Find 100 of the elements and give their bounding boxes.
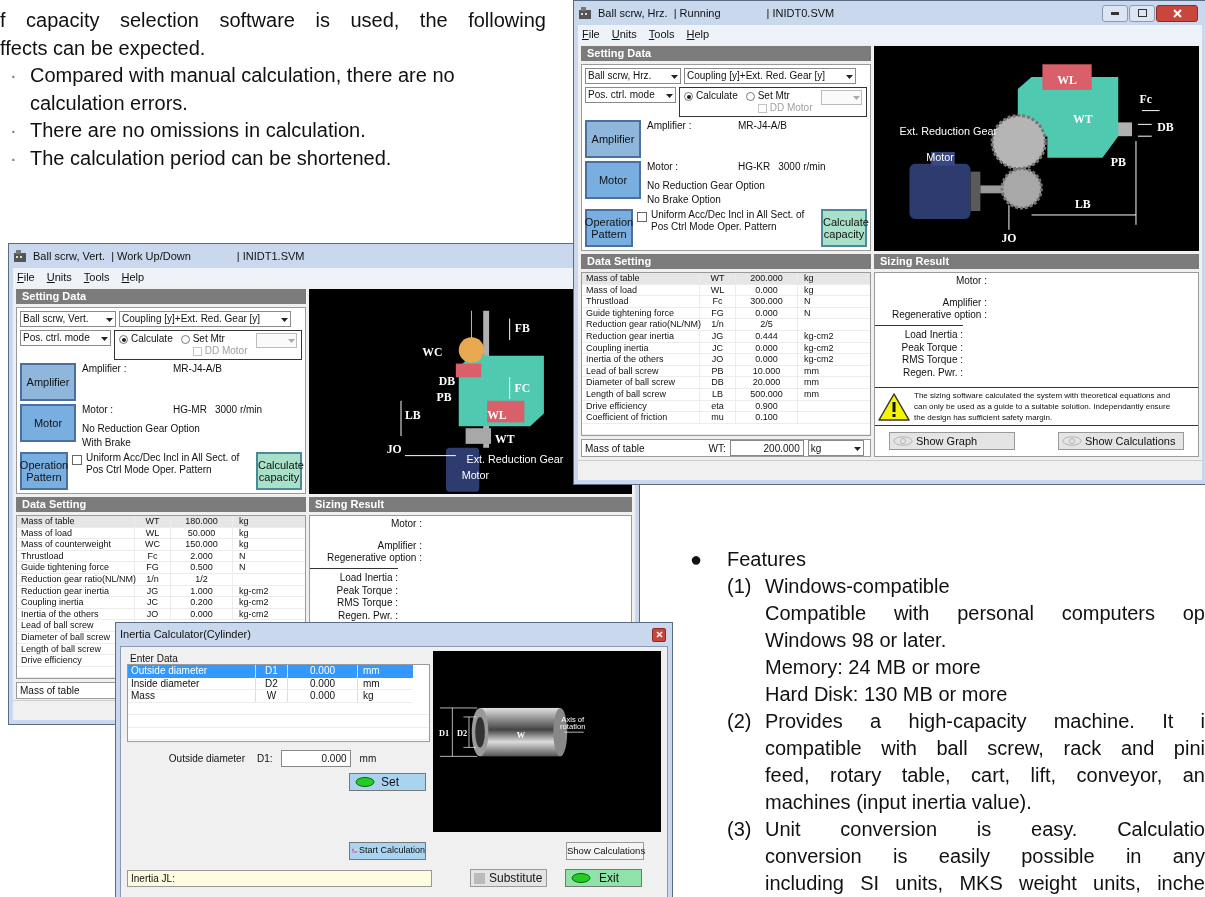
radio-button[interactable] bbox=[180, 335, 190, 344]
table-cell-text: kg bbox=[803, 284, 815, 296]
dropdown[interactable]: Ball scrw, Vert. bbox=[20, 311, 116, 327]
close-button[interactable] bbox=[1156, 4, 1198, 22]
field-value: 3000 r/min bbox=[778, 161, 826, 173]
dropdown[interactable]: kg bbox=[807, 440, 864, 457]
table-cell-text: kg-cm2 bbox=[803, 330, 835, 342]
table-cell: Coefficient of friction bbox=[582, 412, 700, 423]
table-cell: DB bbox=[700, 377, 736, 388]
result-label: Peak Torque : bbox=[901, 341, 963, 354]
table-cell: Thrustload bbox=[17, 550, 135, 562]
close-icon bbox=[655, 631, 663, 638]
table-cell: mu bbox=[700, 412, 736, 423]
image-button[interactable]: Operation Pattern bbox=[20, 452, 68, 490]
result-button[interactable]: Show Calculations bbox=[1058, 432, 1184, 450]
dropdown[interactable]: Ball scrw, Hrz. bbox=[585, 68, 681, 84]
table-cell: 0.000 bbox=[288, 665, 358, 678]
table-row[interactable]: Guide tightening force FG 0.500 N bbox=[17, 562, 305, 574]
table-cell: Mass bbox=[128, 690, 256, 702]
menu-item[interactable]: Help bbox=[121, 268, 145, 286]
dropdown[interactable]: Pos. ctrl. mode bbox=[585, 87, 676, 103]
text-line: conversion is easily possible in any bbox=[765, 844, 1205, 869]
checkbox[interactable] bbox=[72, 455, 82, 465]
field-value: HG-KR bbox=[738, 161, 771, 173]
result-button[interactable]: Show Graph bbox=[889, 432, 1015, 450]
menu-item[interactable]: Units bbox=[611, 25, 637, 43]
section-header: Data Setting bbox=[581, 254, 871, 269]
dropdown[interactable]: Coupling [y]+Ext. Red. Gear [y] bbox=[684, 68, 856, 84]
section-header: Setting Data bbox=[581, 46, 871, 61]
text-line: feed, rotary table, cart, lift, conveyor, an bbox=[765, 763, 1205, 788]
menu-item[interactable]: Tools bbox=[83, 268, 110, 286]
diagram-label: JO bbox=[386, 443, 402, 457]
result-label: Load Inertia : bbox=[339, 572, 398, 585]
table-row[interactable]: Coupling inertia JC 0.200 kg-cm2 bbox=[17, 597, 305, 609]
diagram-label: Motor bbox=[461, 469, 490, 481]
table-cell: eta bbox=[700, 400, 736, 412]
menu-item[interactable]: Help bbox=[686, 25, 710, 43]
result-label: Load Inertia : bbox=[904, 329, 963, 342]
table-cell: Reduction gear inertia bbox=[582, 330, 700, 342]
checkbox-label: DD Motor bbox=[769, 102, 813, 114]
table-cell: WC bbox=[135, 539, 171, 550]
table-cell: WL bbox=[135, 527, 171, 539]
dropdown[interactable]: Coupling [y]+Ext. Red. Gear [y] bbox=[119, 311, 291, 327]
table-row[interactable]: Mass W 0.000 kg bbox=[128, 690, 413, 703]
bullet-marker: · bbox=[9, 118, 18, 144]
input-field[interactable]: 200.000 bbox=[729, 440, 804, 457]
table-cell: 500.000 bbox=[736, 388, 798, 400]
calculate-button[interactable]: Calculate capacity bbox=[821, 209, 867, 247]
table-row[interactable]: Mass of table WT 180.000 kg bbox=[17, 516, 305, 528]
calculate-button[interactable]: Calculate capacity bbox=[256, 452, 302, 490]
table-row[interactable]: Coefficient of friction mu 0.100 bbox=[582, 412, 870, 424]
option-note: No Brake Option bbox=[647, 194, 722, 206]
table-cell-text: mm bbox=[803, 365, 820, 377]
table-row[interactable]: Inertia of the others JO 0.000 kg-cm2 bbox=[582, 354, 870, 366]
checkbox[interactable] bbox=[637, 212, 647, 222]
set-button[interactable]: Set bbox=[349, 773, 426, 791]
diagram-label: WL bbox=[487, 409, 507, 423]
close-button[interactable] bbox=[652, 627, 666, 642]
menu-item[interactable]: Tools bbox=[648, 25, 675, 43]
substitute-button[interactable]: Substitute bbox=[470, 869, 547, 887]
image-button[interactable]: Amplifier bbox=[585, 120, 641, 158]
table-row[interactable]: Thrustload Fc 300.000 N bbox=[582, 296, 870, 308]
table-row[interactable]: Diameter of ball screw DB 20.000 mm bbox=[582, 377, 870, 389]
table-cell: 0.000 bbox=[288, 690, 358, 702]
table-cell: WT bbox=[135, 516, 171, 527]
table-cell: FG bbox=[135, 562, 171, 573]
minimize-button[interactable] bbox=[1102, 4, 1128, 22]
diagram-label: FC bbox=[514, 381, 531, 395]
eye-icon bbox=[893, 436, 913, 446]
show-calculations-button[interactable]: Show Calculations bbox=[566, 842, 644, 860]
menu-item[interactable]: File bbox=[582, 25, 600, 43]
dropdown[interactable]: Pos. ctrl. mode bbox=[20, 330, 111, 346]
menu-item[interactable]: Units bbox=[46, 268, 72, 286]
image-button[interactable]: Motor bbox=[20, 404, 76, 442]
table-cell: 1.000 bbox=[171, 585, 233, 597]
text-line: Windows-compatible bbox=[765, 574, 951, 599]
exit-button[interactable]: Exit bbox=[565, 869, 642, 887]
start-calculation-button[interactable]: Start Calculation bbox=[349, 842, 426, 860]
image-button[interactable]: Motor bbox=[585, 161, 641, 199]
image-button[interactable]: Operation Pattern bbox=[585, 209, 633, 247]
table-cell: WT bbox=[700, 273, 736, 284]
diagram-label: Fc bbox=[1139, 92, 1153, 107]
table-cell: Inside diameter bbox=[128, 677, 256, 689]
table-row[interactable]: Mass of table WT 200.000 kg bbox=[582, 273, 870, 285]
maximize-button[interactable] bbox=[1129, 4, 1155, 22]
image-button[interactable]: Amplifier bbox=[20, 363, 76, 401]
table-cell: 1/2 bbox=[171, 573, 233, 585]
table-row[interactable]: Reduction gear ratio(NL/NM) 1/n 2/5 bbox=[582, 319, 870, 331]
section-title: Features bbox=[727, 547, 806, 572]
table-row[interactable]: Mass of counterweight WC 150.000 kg bbox=[17, 539, 305, 551]
table-cell: Thrustload bbox=[582, 296, 700, 307]
table-cell: JG bbox=[700, 330, 736, 342]
table-cell: JC bbox=[700, 342, 736, 354]
radio-button[interactable] bbox=[745, 92, 755, 101]
radio-button[interactable] bbox=[684, 92, 693, 101]
table-cell-text: kg bbox=[362, 690, 375, 702]
input-field[interactable]: 0.000 bbox=[280, 749, 351, 767]
menu-item[interactable]: File bbox=[17, 268, 35, 286]
radio-button[interactable] bbox=[119, 335, 128, 344]
table-cell: 0.200 bbox=[171, 597, 233, 608]
